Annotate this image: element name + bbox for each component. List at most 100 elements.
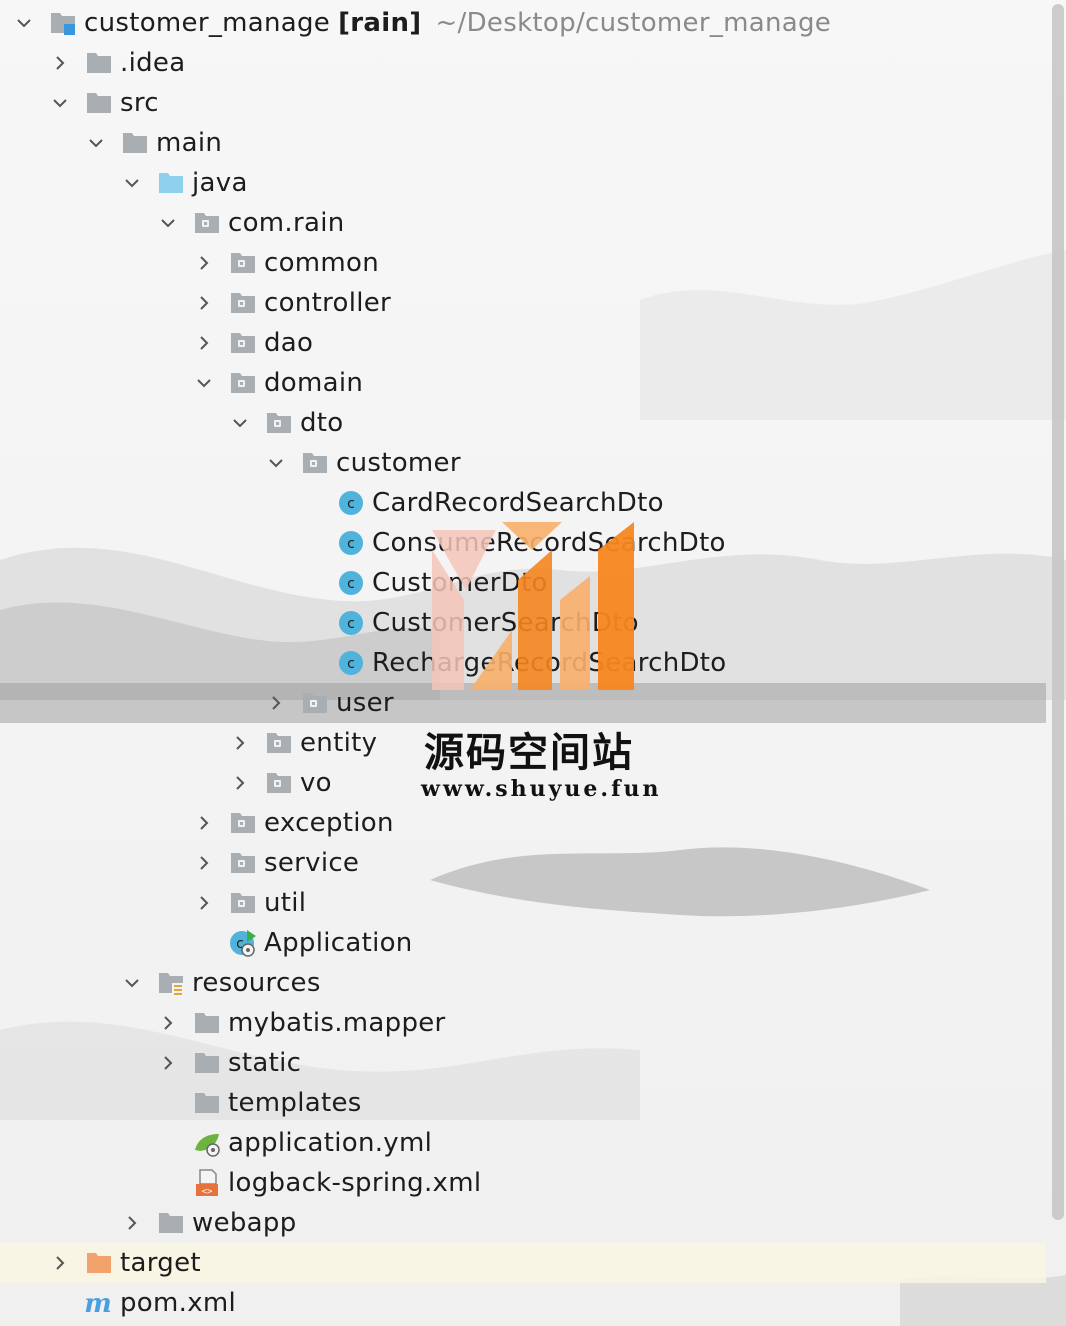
chevron-right-icon[interactable] xyxy=(156,1003,180,1043)
tree-item-label: com.rain xyxy=(228,208,345,238)
folder-icon xyxy=(84,88,114,118)
chevron-right-icon[interactable] xyxy=(156,1043,180,1083)
chevron-right-icon[interactable] xyxy=(192,323,216,363)
tree-item-label: mybatis.mapper xyxy=(228,1008,446,1038)
package-icon xyxy=(228,288,258,318)
chevron-right-icon[interactable] xyxy=(48,43,72,83)
tree-item-templates[interactable]: templates xyxy=(0,1083,1046,1123)
tree-item-idea[interactable]: .idea xyxy=(0,43,1046,83)
package-icon xyxy=(228,808,258,838)
tree-item-label: controller xyxy=(264,288,392,318)
tree-item-dao[interactable]: dao xyxy=(0,323,1046,363)
tree-item-rechargerecordsearchdto[interactable]: c RechargeRecordSearchDto xyxy=(0,643,1046,683)
tree-item-label: customer xyxy=(336,448,461,478)
chevron-down-icon[interactable] xyxy=(84,123,108,163)
tree-item-application-yml[interactable]: application.yml xyxy=(0,1123,1046,1163)
tree-item-java[interactable]: java xyxy=(0,163,1046,203)
package-icon xyxy=(228,248,258,278)
excluded-folder-icon xyxy=(84,1248,114,1278)
folder-icon xyxy=(84,48,114,78)
vertical-scrollbar[interactable] xyxy=(1052,4,1064,1220)
tree-item-cardrecordsearchdto[interactable]: c CardRecordSearchDto xyxy=(0,483,1046,523)
tree-item-exception[interactable]: exception xyxy=(0,803,1046,843)
chevron-right-icon[interactable] xyxy=(120,1203,144,1243)
package-icon xyxy=(264,768,294,798)
chevron-down-icon[interactable] xyxy=(120,163,144,203)
chevron-right-icon[interactable] xyxy=(192,843,216,883)
tree-item-label: dto xyxy=(300,408,344,438)
tree-item-label: static xyxy=(228,1048,302,1078)
tree-item-label: src xyxy=(120,88,159,118)
chevron-right-icon[interactable] xyxy=(48,1243,72,1283)
chevron-down-icon[interactable] xyxy=(264,443,288,483)
tree-item-webapp[interactable]: webapp xyxy=(0,1203,1046,1243)
tree-item-application[interactable]: c Application xyxy=(0,923,1046,963)
tree-item-label: domain xyxy=(264,368,364,398)
tree-item-mybatis-mapper[interactable]: mybatis.mapper xyxy=(0,1003,1046,1043)
tree-item-label: CustomerDto xyxy=(372,568,548,598)
tree-item-com-rain[interactable]: com.rain xyxy=(0,203,1046,243)
tree-item-label: target xyxy=(120,1248,201,1278)
yaml-file-icon xyxy=(192,1128,222,1158)
tree-item-user[interactable]: user xyxy=(0,683,1046,723)
folder-icon xyxy=(156,1208,186,1238)
tree-item-service[interactable]: service xyxy=(0,843,1046,883)
xml-file-icon: <> xyxy=(192,1168,222,1198)
tree-item-label: .idea xyxy=(120,48,186,78)
tree-item-customersearchdto[interactable]: c CustomerSearchDto xyxy=(0,603,1046,643)
tree-root-customer-manage[interactable]: customer_manage [rain] ~/Desktop/customer_… xyxy=(0,3,1046,43)
chevron-down-icon[interactable] xyxy=(12,3,36,43)
project-module: [rain] xyxy=(338,8,422,38)
folder-icon xyxy=(192,1008,222,1038)
tree-item-label: user xyxy=(336,688,394,718)
tree-item-domain[interactable]: domain xyxy=(0,363,1046,403)
tree-item-resources[interactable]: resources xyxy=(0,963,1046,1003)
maven-pom-icon: m xyxy=(84,1288,114,1318)
tree-item-customer[interactable]: customer xyxy=(0,443,1046,483)
watermark-title: 源码空间站 xyxy=(424,730,634,776)
tree-item-label: resources xyxy=(192,968,321,998)
tree-item-src[interactable]: src xyxy=(0,83,1046,123)
class-icon: c xyxy=(336,648,366,678)
svg-text:<>: <> xyxy=(202,1187,213,1197)
svg-text:c: c xyxy=(347,496,355,512)
chevron-right-icon[interactable] xyxy=(192,803,216,843)
tree-item-consumerecordsearchdto[interactable]: c ConsumeRecordSearchDto xyxy=(0,523,1046,563)
tree-item-label: RechargeRecordSearchDto xyxy=(372,648,727,678)
watermark-url: www.shuyue.fun xyxy=(421,776,662,802)
chevron-down-icon[interactable] xyxy=(120,963,144,1003)
chevron-right-icon[interactable] xyxy=(192,243,216,283)
chevron-right-icon[interactable] xyxy=(264,683,288,723)
tree-item-pom-xml[interactable]: m pom.xml xyxy=(0,1283,1046,1323)
chevron-right-icon[interactable] xyxy=(228,763,252,803)
chevron-down-icon[interactable] xyxy=(228,403,252,443)
tree-item-controller[interactable]: controller xyxy=(0,283,1046,323)
chevron-right-icon[interactable] xyxy=(228,723,252,763)
class-icon: c xyxy=(336,488,366,518)
package-icon xyxy=(228,888,258,918)
tree-item-main[interactable]: main xyxy=(0,123,1046,163)
tree-item-util[interactable]: util xyxy=(0,883,1046,923)
chevron-down-icon[interactable] xyxy=(192,363,216,403)
chevron-down-icon[interactable] xyxy=(48,83,72,123)
tree-item-customerdto[interactable]: c CustomerDto xyxy=(0,563,1046,603)
chevron-down-icon[interactable] xyxy=(156,203,180,243)
tree-item-target[interactable]: target xyxy=(0,1243,1046,1283)
class-icon: c xyxy=(336,608,366,638)
tree-item-common[interactable]: common xyxy=(0,243,1046,283)
chevron-right-icon[interactable] xyxy=(192,883,216,923)
project-tree: customer_manage [rain] ~/Desktop/customer_… xyxy=(0,0,1046,1326)
tree-item-static[interactable]: static xyxy=(0,1043,1046,1083)
tree-item-label: CustomerSearchDto xyxy=(372,608,639,638)
tree-item-label: exception xyxy=(264,808,394,838)
tree-item-logback-spring-xml[interactable]: <> logback-spring.xml xyxy=(0,1163,1046,1203)
folder-icon xyxy=(192,1088,222,1118)
tree-item-dto[interactable]: dto xyxy=(0,403,1046,443)
package-icon xyxy=(228,368,258,398)
package-icon xyxy=(228,328,258,358)
chevron-right-icon[interactable] xyxy=(192,283,216,323)
project-path: ~/Desktop/customer_manage xyxy=(435,8,832,38)
